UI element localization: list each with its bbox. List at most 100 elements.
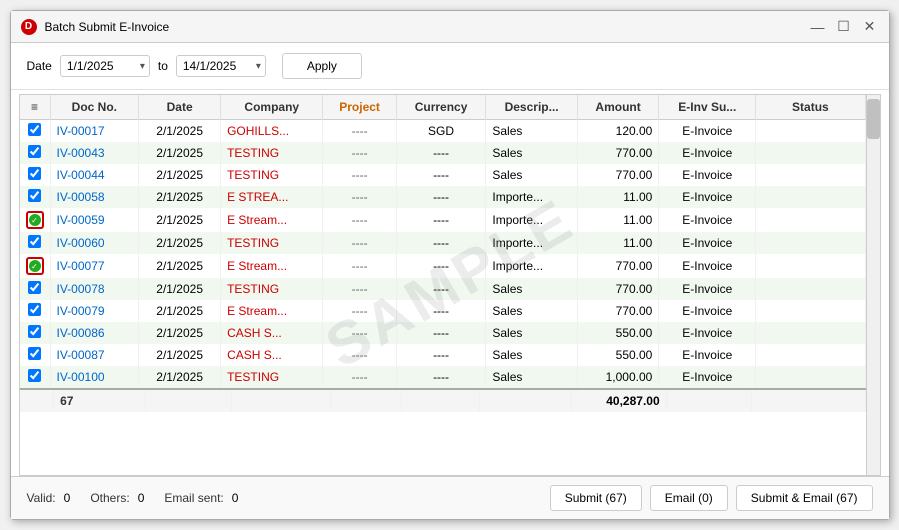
date-label: Date: [27, 59, 52, 73]
table-row: ✓IV-000592/1/2025E Stream...--------Impo…: [20, 208, 866, 232]
cell-currency: ----: [396, 366, 486, 388]
cell-company: E Stream...: [221, 300, 323, 322]
cell-currency: ----: [396, 232, 486, 254]
cell-project: ----: [323, 254, 396, 278]
cell-desc: Importe...: [486, 254, 577, 278]
cell-docno: IV-00079: [50, 300, 139, 322]
cell-date: 2/1/2025: [139, 322, 221, 344]
cell-desc: Sales: [486, 366, 577, 388]
valid-label: Valid:: [27, 491, 56, 505]
date-from-wrapper: 1/1/2025: [60, 55, 150, 77]
table-row: IV-000782/1/2025TESTING--------Sales770.…: [20, 278, 866, 300]
cell-date: 2/1/2025: [139, 278, 221, 300]
maximize-button[interactable]: ☐: [835, 18, 853, 36]
cell-docno: IV-00017: [50, 120, 139, 143]
total-count: 67: [54, 389, 146, 412]
cell-einvsu: E-Invoice: [659, 186, 756, 208]
row-checkbox-cell: [20, 232, 51, 254]
cell-project: ----: [323, 366, 396, 388]
cell-amount: 11.00: [577, 208, 659, 232]
table-row: IV-000872/1/2025CASH S...--------Sales55…: [20, 344, 866, 366]
others-value: 0: [138, 491, 145, 505]
cell-status: [756, 164, 865, 186]
row-checkbox-cell: [20, 164, 51, 186]
cell-docno: IV-00078: [50, 278, 139, 300]
cell-date: 2/1/2025: [139, 120, 221, 143]
cell-desc: Sales: [486, 164, 577, 186]
cell-docno: IV-00059: [50, 208, 139, 232]
cell-status: [756, 278, 865, 300]
total-amount: 40,287.00: [572, 389, 666, 412]
invoice-table: ≡ Doc No. Date Company Project Currency …: [20, 95, 866, 388]
row-checkbox[interactable]: [28, 347, 41, 360]
col-header-amount: Amount: [577, 95, 659, 120]
cell-einvsu: E-Invoice: [659, 278, 756, 300]
col-header-company: Company: [221, 95, 323, 120]
row-checkbox-cell: [20, 366, 51, 388]
cell-einvsu: E-Invoice: [659, 300, 756, 322]
cell-project: ----: [323, 208, 396, 232]
cell-currency: ----: [396, 254, 486, 278]
cell-currency: ----: [396, 142, 486, 164]
col-header-docno: Doc No.: [50, 95, 139, 120]
table-row: IV-000442/1/2025TESTING--------Sales770.…: [20, 164, 866, 186]
toolbar: Date 1/1/2025 to 14/1/2025 Apply: [11, 43, 889, 90]
scrollbar[interactable]: [866, 95, 880, 475]
cell-company: E STREA...: [221, 186, 323, 208]
row-checkbox[interactable]: [28, 281, 41, 294]
row-checkbox[interactable]: [28, 325, 41, 338]
cell-project: ----: [323, 164, 396, 186]
cell-desc: Sales: [486, 344, 577, 366]
apply-button[interactable]: Apply: [282, 53, 362, 79]
row-checkbox-cell: ✓: [20, 254, 51, 278]
cell-currency: ----: [396, 164, 486, 186]
table-row: IV-000432/1/2025TESTING--------Sales770.…: [20, 142, 866, 164]
row-checkbox[interactable]: [28, 145, 41, 158]
submit-button[interactable]: Submit (67): [550, 485, 642, 511]
col-header-date: Date: [139, 95, 221, 120]
cell-status: [756, 366, 865, 388]
row-checkbox[interactable]: [28, 235, 41, 248]
cell-desc: Importe...: [486, 232, 577, 254]
cell-company: TESTING: [221, 164, 323, 186]
cell-einvsu: E-Invoice: [659, 164, 756, 186]
email-button[interactable]: Email (0): [650, 485, 728, 511]
cell-company: TESTING: [221, 278, 323, 300]
cell-project: ----: [323, 142, 396, 164]
scroll-thumb[interactable]: [867, 99, 880, 139]
date-from-select[interactable]: 1/1/2025: [60, 55, 150, 77]
cell-company: TESTING: [221, 142, 323, 164]
cell-project: ----: [323, 232, 396, 254]
cell-project: ----: [323, 300, 396, 322]
submit-email-button[interactable]: Submit & Email (67): [736, 485, 873, 511]
cell-einvsu: E-Invoice: [659, 344, 756, 366]
row-checkbox[interactable]: [28, 123, 41, 136]
col-header-einvsu: E-Inv Su...: [659, 95, 756, 120]
window-controls: — ☐ ✕: [809, 18, 879, 36]
row-checkbox[interactable]: [28, 369, 41, 382]
row-checkbox-cell: [20, 120, 51, 143]
special-check-indicator: ✓: [26, 211, 44, 229]
cell-desc: Importe...: [486, 208, 577, 232]
cell-date: 2/1/2025: [139, 300, 221, 322]
cell-project: ----: [323, 278, 396, 300]
cell-date: 2/1/2025: [139, 208, 221, 232]
email-sent-label: Email sent:: [164, 491, 223, 505]
date-to-select[interactable]: 14/1/2025: [176, 55, 266, 77]
main-window: D Batch Submit E-Invoice — ☐ ✕ Date 1/1/…: [10, 10, 890, 520]
cell-currency: SGD: [396, 120, 486, 143]
table-row: IV-001002/1/2025TESTING--------Sales1,00…: [20, 366, 866, 388]
row-checkbox[interactable]: [28, 303, 41, 316]
cell-desc: Importe...: [486, 186, 577, 208]
row-checkbox[interactable]: [28, 189, 41, 202]
cell-einvsu: E-Invoice: [659, 120, 756, 143]
row-checkbox-cell: [20, 186, 51, 208]
cell-amount: 11.00: [577, 232, 659, 254]
col-header-desc: Descrip...: [486, 95, 577, 120]
minimize-button[interactable]: —: [809, 18, 827, 36]
close-button[interactable]: ✕: [861, 18, 879, 36]
cell-currency: ----: [396, 300, 486, 322]
row-checkbox[interactable]: [28, 167, 41, 180]
date-to-wrapper: 14/1/2025: [176, 55, 266, 77]
cell-docno: IV-00086: [50, 322, 139, 344]
